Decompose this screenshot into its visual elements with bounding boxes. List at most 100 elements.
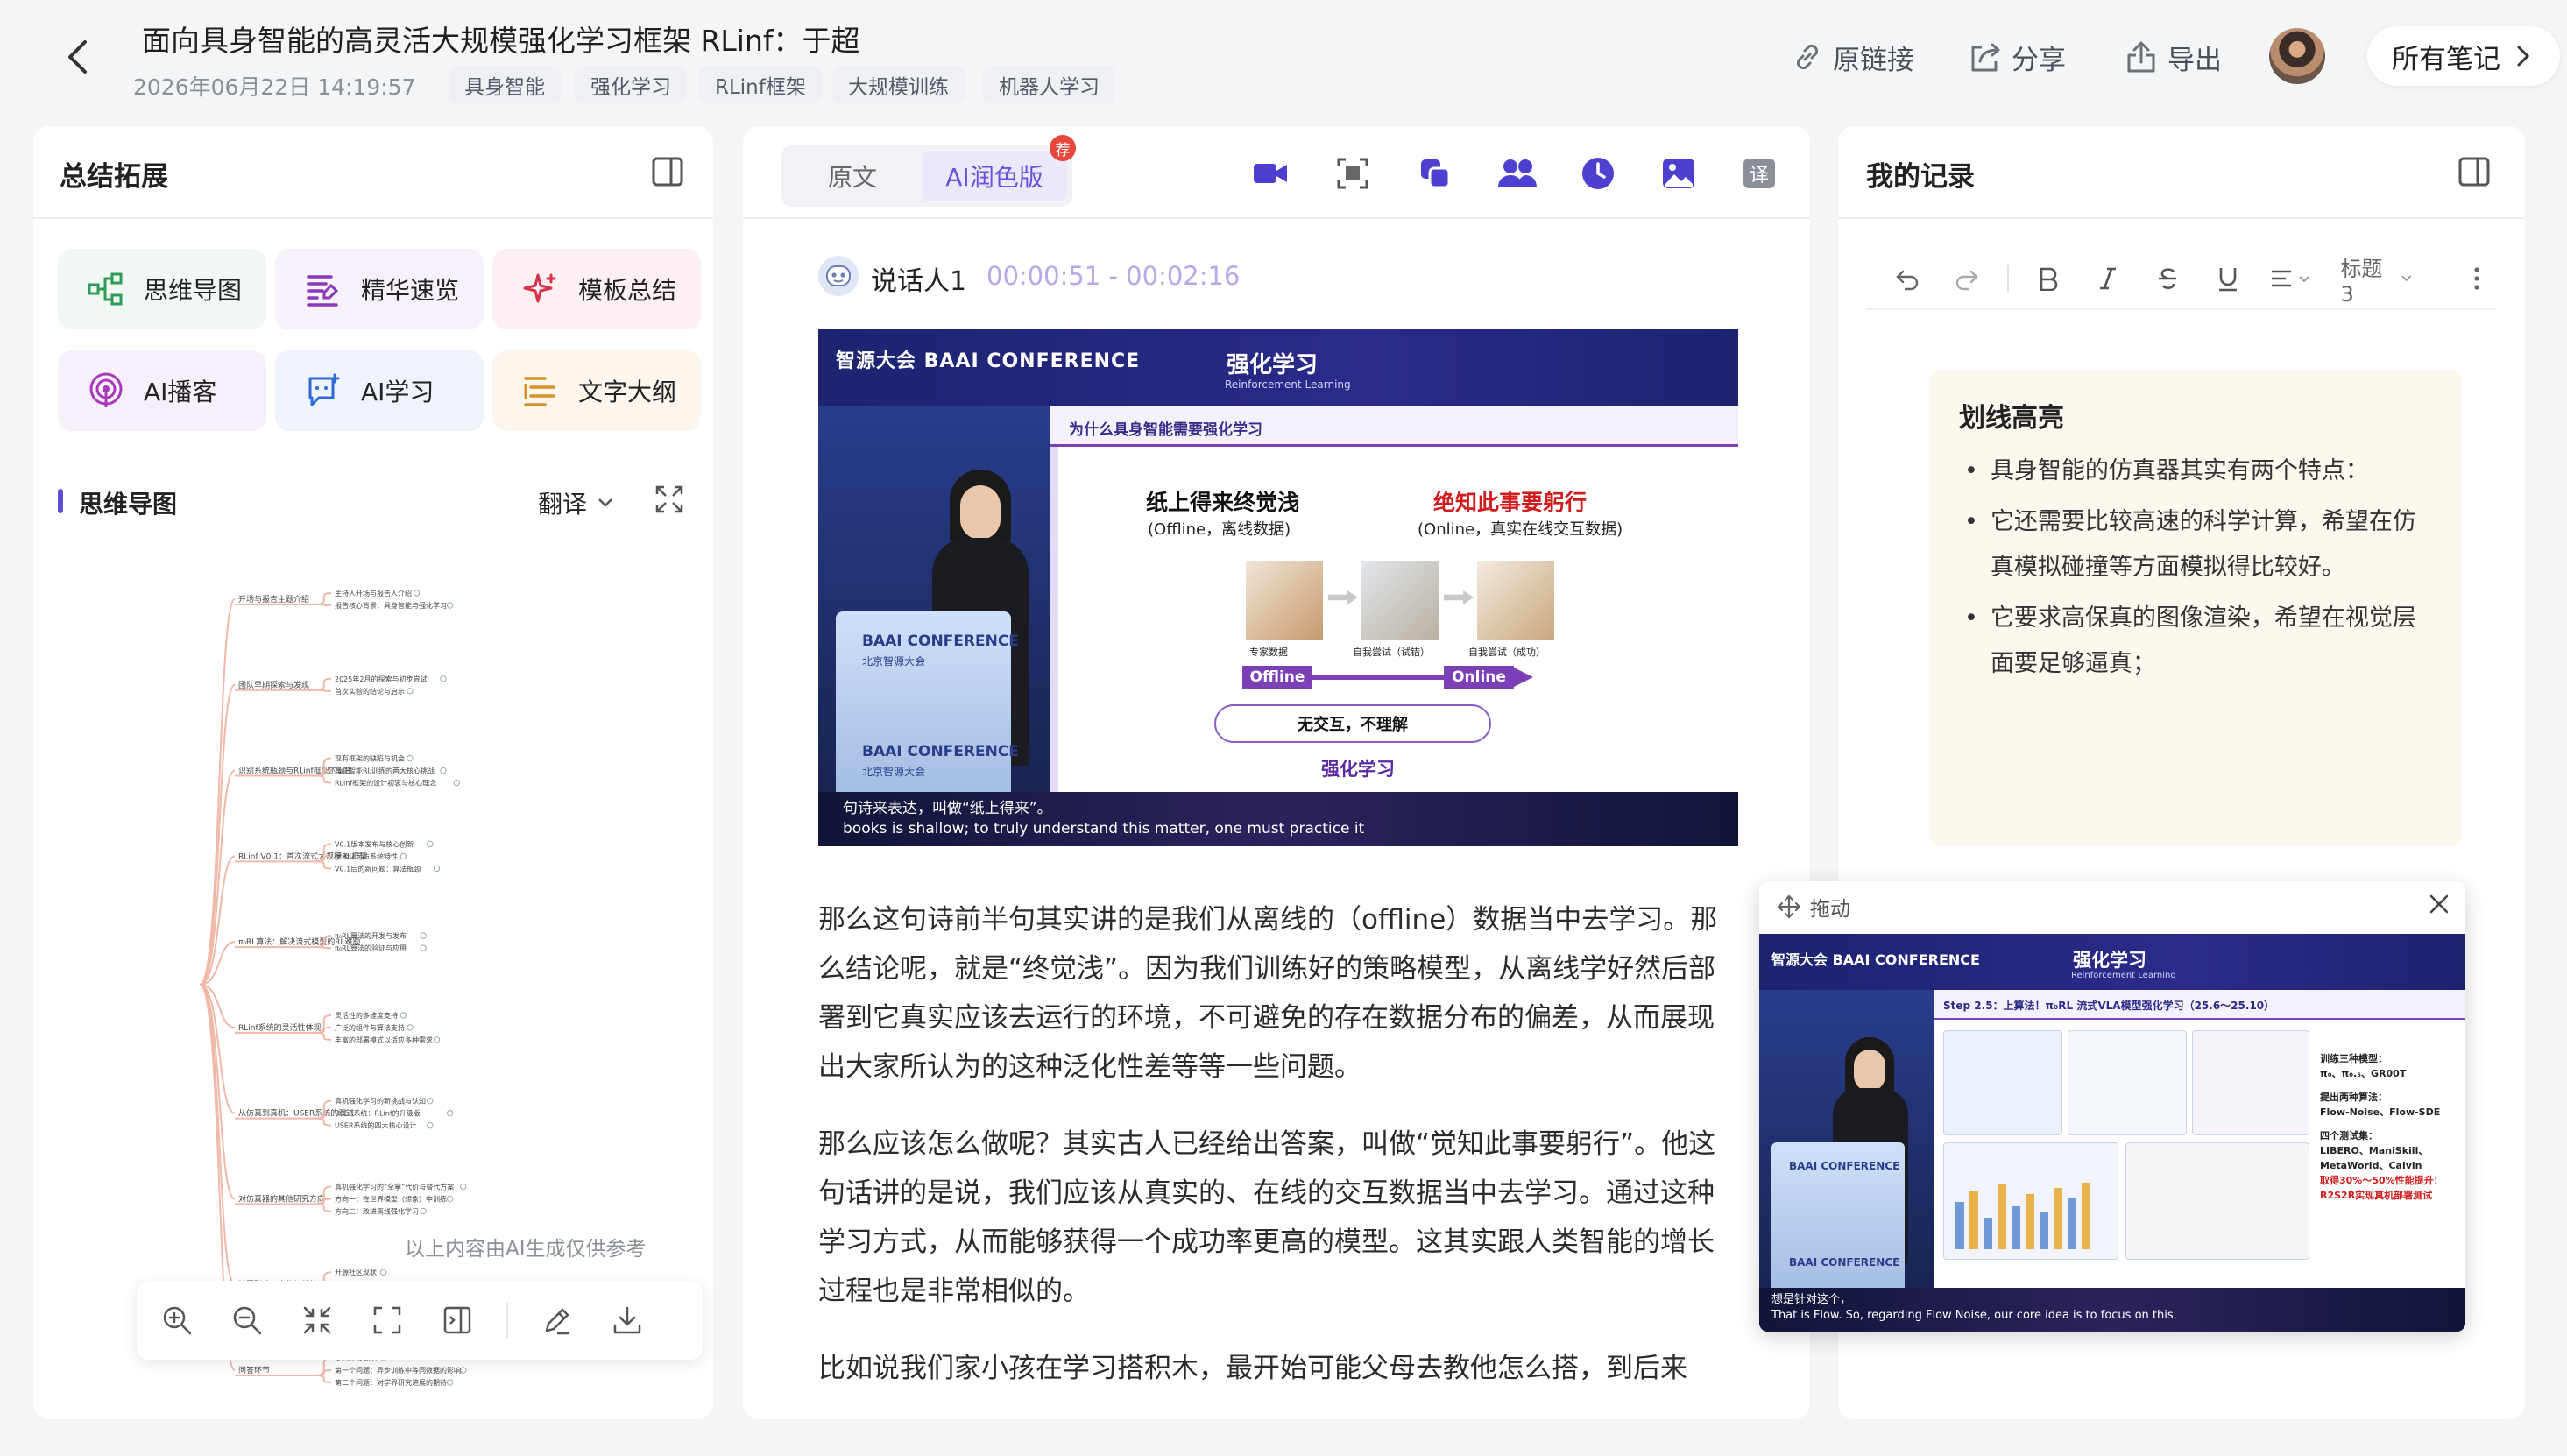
avatar[interactable]	[2269, 28, 2325, 84]
segment-timestamp[interactable]: 00:00:51 - 00:02:16	[986, 261, 1240, 291]
video-button[interactable]	[1248, 151, 1293, 196]
slide-header-title: 强化学习	[1227, 352, 1319, 378]
transcript-paragraph[interactable]: 那么应该怎么做呢？其实古人已经给出答案，叫做“觉知此事要躬行”。他这句话讲的是说…	[818, 1120, 1738, 1316]
tool-mindmap[interactable]: 思维导图	[58, 249, 266, 329]
mindmap-child-line	[315, 677, 332, 691]
mindmap-child-label: π₀RL算法的开发与发布	[335, 931, 407, 940]
download-button[interactable]	[606, 1299, 648, 1341]
fit-view-button[interactable]	[366, 1299, 408, 1341]
bold-button[interactable]	[2028, 258, 2068, 300]
drag-handle[interactable]: 拖动	[1777, 892, 1850, 922]
mindmap-icon	[88, 272, 123, 306]
highlight-text: 具身智能的仿真器其实有两个特点：	[1990, 457, 2369, 484]
heading-select-label: 标题3	[2340, 256, 2383, 307]
mindmap-expand-dot	[407, 688, 414, 695]
tag-chip[interactable]: 大规模训练	[832, 66, 965, 104]
mindmap-expand-dot	[379, 1269, 387, 1276]
collapse-panel-button[interactable]	[645, 149, 690, 194]
screenshot-button[interactable]	[1330, 151, 1375, 196]
video-frame[interactable]: 智源大会 BAAI CONFERENCE 强化学习 Reinforcement …	[818, 329, 1738, 846]
tool-ai-podcast[interactable]: AI播客	[58, 350, 266, 431]
fullscreen-button[interactable]	[647, 477, 692, 522]
pip-bar	[1969, 1190, 1978, 1249]
all-notes-label: 所有笔记	[2392, 43, 2500, 75]
mindmap-expand-dot	[460, 1183, 467, 1191]
mindmap-child-label: 广泛的组件与算法支持	[335, 1023, 405, 1032]
tool-ai-learn[interactable]: AI学习	[275, 350, 484, 431]
tag-chip[interactable]: 具身智能	[449, 66, 561, 104]
expand-icon	[655, 485, 683, 513]
more-options-button[interactable]	[2457, 258, 2497, 300]
tool-label: AI播客	[144, 378, 217, 406]
collapse-all-button[interactable]	[296, 1299, 338, 1341]
mindmap-child-label: 现有框架的缺陷与机会	[335, 754, 405, 763]
podium-brand: BAAI CONFERENCE	[862, 743, 1019, 760]
tag-chip[interactable]: RLinf框架	[699, 66, 822, 104]
undo-button[interactable]	[1887, 258, 1927, 300]
edit-button[interactable]	[536, 1299, 578, 1341]
zoom-out-button[interactable]	[226, 1299, 268, 1341]
share-button[interactable]: 分享	[1968, 35, 2066, 79]
slide-bottom-label: 强化学习	[1321, 759, 1395, 780]
slide-photo-label: 自我尝试（成功）	[1468, 647, 1545, 658]
timeline-button[interactable]	[1575, 151, 1621, 196]
tab-ai-polished[interactable]: AI润色版	[922, 151, 1067, 201]
speaker-name[interactable]: 说话人1	[871, 259, 966, 298]
mindmap-expand-dot	[446, 1109, 454, 1117]
sparkle-icon	[523, 273, 556, 303]
pip-figure-panel	[2068, 1030, 2187, 1135]
tag-chip[interactable]: 机器人学习	[983, 66, 1115, 104]
all-notes-button[interactable]: 所有笔记	[2367, 26, 2560, 86]
mindmap-child-label: π₀RL算法的验证与应用	[335, 944, 407, 952]
highlight-item: • 它要求高保真的图像渲染，希望在视觉层面要足够逼真；	[1964, 596, 2437, 687]
mindmap-child-label: 第二个问题：对学界研究进展的期待	[335, 1378, 447, 1387]
highlight-card[interactable]: 划线高亮 • 具身智能的仿真器其实有两个特点： • 它还需要比较高速的科学计算，希望…	[1929, 370, 2462, 846]
export-button[interactable]: 导出	[2124, 35, 2222, 79]
redo-button[interactable]	[1947, 258, 1987, 300]
images-button[interactable]	[1656, 151, 1701, 196]
back-button[interactable]	[58, 35, 96, 79]
tool-template-summary[interactable]: 模板总结	[492, 249, 701, 329]
original-link-button[interactable]: 原链接	[1791, 35, 1914, 79]
mindmap-child-line	[315, 946, 332, 950]
tab-original[interactable]: 原文	[787, 151, 918, 201]
online-label: Online	[1444, 666, 1514, 689]
tool-digest[interactable]: 精华速览	[275, 249, 484, 329]
toggle-pane-button[interactable]	[436, 1299, 478, 1341]
redo-icon	[1956, 270, 1979, 291]
collapse-notes-button[interactable]	[2451, 149, 2497, 194]
pip-video-frame[interactable]: 智源大会 BAAI CONFERENCE 强化学习 Reinforcement …	[1759, 934, 2465, 1332]
mindmap-child-label: 方向一：在世界模型（想象）中训练	[335, 1194, 447, 1203]
copy-button[interactable]	[1412, 151, 1458, 196]
heading-dropdown[interactable]: 标题3	[2340, 251, 2412, 307]
mindmap-branch-label: 对仿真器的其他研究方向	[238, 1193, 325, 1204]
pip-bar	[2082, 1183, 2090, 1249]
floating-video-window[interactable]: 拖动 智源大会 BAAI CONFERENCE 强化学习 Reinforceme…	[1759, 881, 2465, 1332]
tag-chip[interactable]: 强化学习	[575, 66, 687, 104]
translate-dropdown[interactable]: 翻译	[538, 485, 613, 520]
translate-button[interactable]: 译	[1736, 151, 1782, 196]
zoom-out-icon	[233, 1306, 262, 1335]
zoom-in-button[interactable]	[156, 1299, 198, 1341]
strikethrough-button[interactable]	[2147, 258, 2188, 300]
align-dropdown[interactable]	[2267, 258, 2322, 300]
pip-summary-line: π₀、π₀.₅、GR00T	[2320, 1068, 2407, 1079]
slide-section-label: 为什么具身智能需要强化学习	[1069, 421, 1262, 439]
close-pip-button[interactable]	[2429, 894, 2455, 920]
editor-toolbar: 标题3	[1866, 249, 2497, 310]
tool-text-outline[interactable]: 文字大纲	[492, 350, 701, 431]
mindmap-expand-dot	[446, 1195, 454, 1203]
podium-sub: 北京智源大会	[862, 766, 926, 778]
tool-label: 文字大纲	[578, 378, 677, 406]
italic-button[interactable]	[2088, 258, 2128, 300]
speakers-button[interactable]	[1495, 151, 1540, 196]
transcript-paragraph[interactable]: 那么这句诗前半句其实讲的是我们从离线的（offline）数据当中去学习。那么结论…	[818, 895, 1738, 1092]
mindmap-canvas[interactable]: 开场与报告主题介绍 主持人开场与报告人介绍报告核心背景：具身智能与强化学习团队早期…	[191, 564, 612, 1405]
slide-arrow	[1444, 590, 1474, 604]
transcript-paragraph[interactable]: 比如说我们家小孩在学习搭积木，最开始可能父母去教他怎么搭，到后来	[818, 1344, 1738, 1393]
slide-logo: 智源大会 BAAI CONFERENCE	[836, 350, 1141, 372]
underline-button[interactable]	[2207, 258, 2247, 300]
chevron-down-icon	[598, 498, 612, 507]
highlight-text: 它还需要比较高速的科学计算，希望在仿真模拟碰撞等方面模拟得比较好。	[1990, 508, 2416, 581]
page-title: 面向具身智能的高灵活大规模强化学习框架 RLinf：于超	[142, 24, 860, 58]
